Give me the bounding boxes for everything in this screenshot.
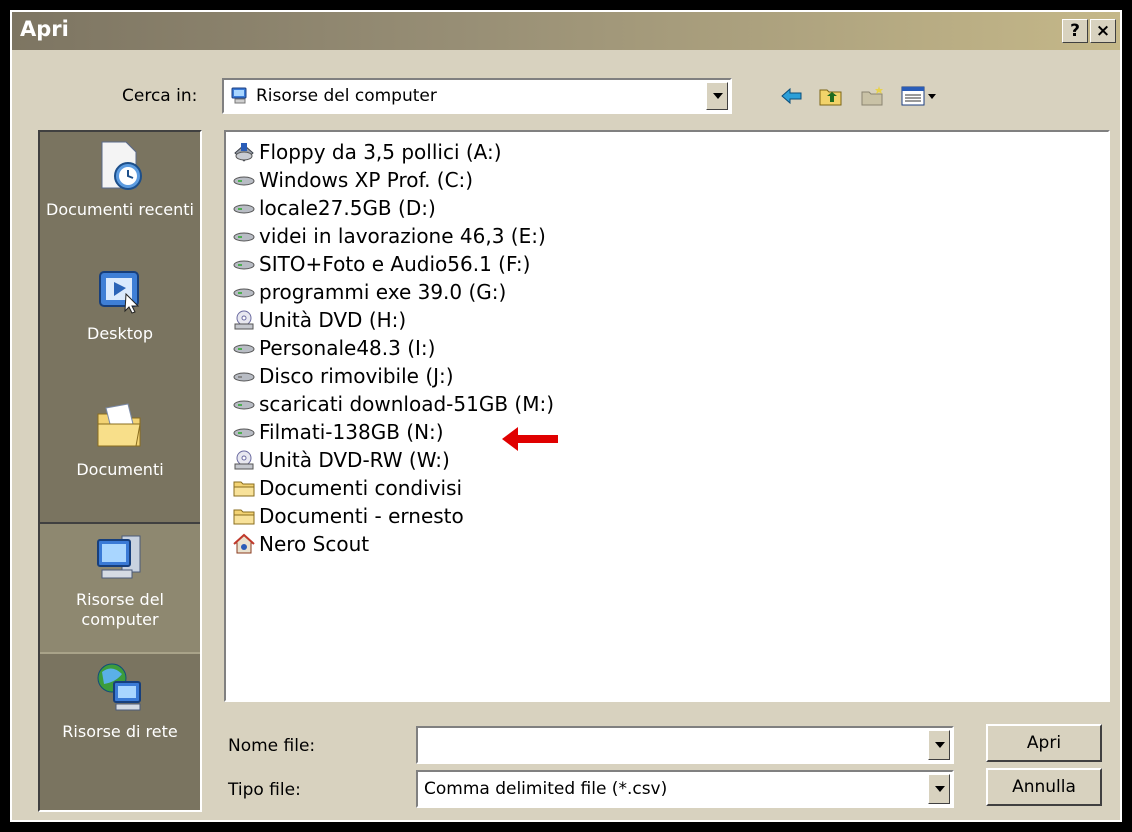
my-computer-icon: [97, 535, 141, 579]
filename-dropdown-arrow[interactable]: [928, 730, 950, 760]
recent-documents-icon: [101, 141, 142, 190]
hard-drive-icon: [233, 260, 255, 270]
network-icon: [97, 663, 141, 711]
hard-drive-icon: [233, 400, 255, 410]
filetype-value: Comma delimited file (*.csv): [424, 779, 668, 799]
list-item[interactable]: Nero Scout: [232, 530, 369, 558]
filename-label: Nome file:: [228, 736, 316, 756]
desktop-icon: [99, 271, 140, 314]
list-item[interactable]: Windows XP Prof. (C:): [232, 166, 473, 194]
dvd-drive-icon: [234, 310, 254, 330]
list-item[interactable]: Floppy da 3,5 pollici (A:): [232, 138, 502, 166]
folder-icon: [233, 509, 255, 525]
place-label: Risorse di rete: [62, 722, 178, 741]
red-arrow-icon: [502, 427, 558, 451]
floppy-drive-icon: [234, 143, 254, 162]
list-item[interactable]: videi in lavorazione 46,3 (E:): [232, 222, 546, 250]
place-desktop[interactable]: Desktop: [40, 268, 200, 344]
dvd-drive-icon: [234, 450, 254, 470]
place-my-computer[interactable]: Risorse del computer: [40, 522, 200, 654]
cancel-button[interactable]: Annulla: [986, 768, 1102, 806]
filename-input[interactable]: [416, 726, 954, 764]
open-dialog: Apri ? × Cerca in: Risorse del computer: [10, 10, 1122, 822]
look-in-label: Cerca in:: [122, 86, 198, 106]
look-in-dropdown[interactable]: Risorse del computer: [222, 78, 732, 114]
new-folder-icon[interactable]: [860, 84, 886, 108]
place-recent-documents[interactable]: Documenti recenti: [40, 138, 200, 220]
list-item[interactable]: locale27.5GB (D:): [232, 194, 436, 222]
close-button[interactable]: ×: [1090, 19, 1116, 43]
list-item[interactable]: scaricati download-51GB (M:): [232, 390, 554, 418]
view-menu-icon[interactable]: [900, 84, 940, 108]
place-documents[interactable]: Documenti: [40, 398, 200, 480]
list-item[interactable]: Unità DVD-RW (W:): [232, 446, 450, 474]
hard-drive-icon: [233, 204, 255, 214]
title-bar[interactable]: Apri ? ×: [12, 12, 1120, 50]
place-label: Desktop: [87, 324, 153, 343]
open-button[interactable]: Apri: [986, 724, 1102, 762]
place-label: Documenti: [76, 460, 164, 479]
documents-folder-icon: [97, 403, 141, 447]
file-list[interactable]: Floppy da 3,5 pollici (A:) Windows XP Pr…: [224, 130, 1110, 702]
list-item[interactable]: Filmati-138GB (N:): [232, 418, 444, 446]
hard-drive-icon: [233, 176, 255, 186]
list-item[interactable]: Personale48.3 (I:): [232, 334, 435, 362]
hard-drive-icon: [233, 232, 255, 242]
place-network[interactable]: Risorse di rete: [40, 660, 200, 742]
list-item[interactable]: Documenti condivisi: [232, 474, 462, 502]
removable-disk-icon: [233, 372, 255, 382]
hard-drive-icon: [233, 288, 255, 298]
filetype-dropdown[interactable]: Comma delimited file (*.csv): [416, 770, 954, 808]
back-arrow-icon[interactable]: [780, 84, 804, 108]
filetype-label: Tipo file:: [228, 780, 301, 800]
help-button[interactable]: ?: [1062, 19, 1088, 43]
look-in-arrow[interactable]: [706, 82, 728, 110]
folder-icon: [233, 481, 255, 497]
my-computer-icon: [231, 87, 247, 104]
up-folder-icon[interactable]: [818, 84, 844, 108]
place-label: Documenti recenti: [46, 200, 194, 219]
list-item[interactable]: programmi exe 39.0 (G:): [232, 278, 506, 306]
hard-drive-icon: [233, 428, 255, 438]
list-item[interactable]: SITO+Foto e Audio56.1 (F:): [232, 250, 530, 278]
places-bar: Documenti recenti Desktop Documenti Riso…: [38, 130, 202, 812]
place-label: Risorse del computer: [76, 590, 164, 629]
list-item[interactable]: Disco rimovibile (J:): [232, 362, 454, 390]
hard-drive-icon: [233, 344, 255, 354]
window-title: Apri: [20, 17, 69, 41]
list-item[interactable]: Unità DVD (H:): [232, 306, 406, 334]
list-item[interactable]: Documenti - ernesto: [232, 502, 464, 530]
filetype-dropdown-arrow[interactable]: [928, 774, 950, 804]
look-in-value: Risorse del computer: [256, 86, 437, 106]
nero-scout-icon: [233, 533, 255, 554]
